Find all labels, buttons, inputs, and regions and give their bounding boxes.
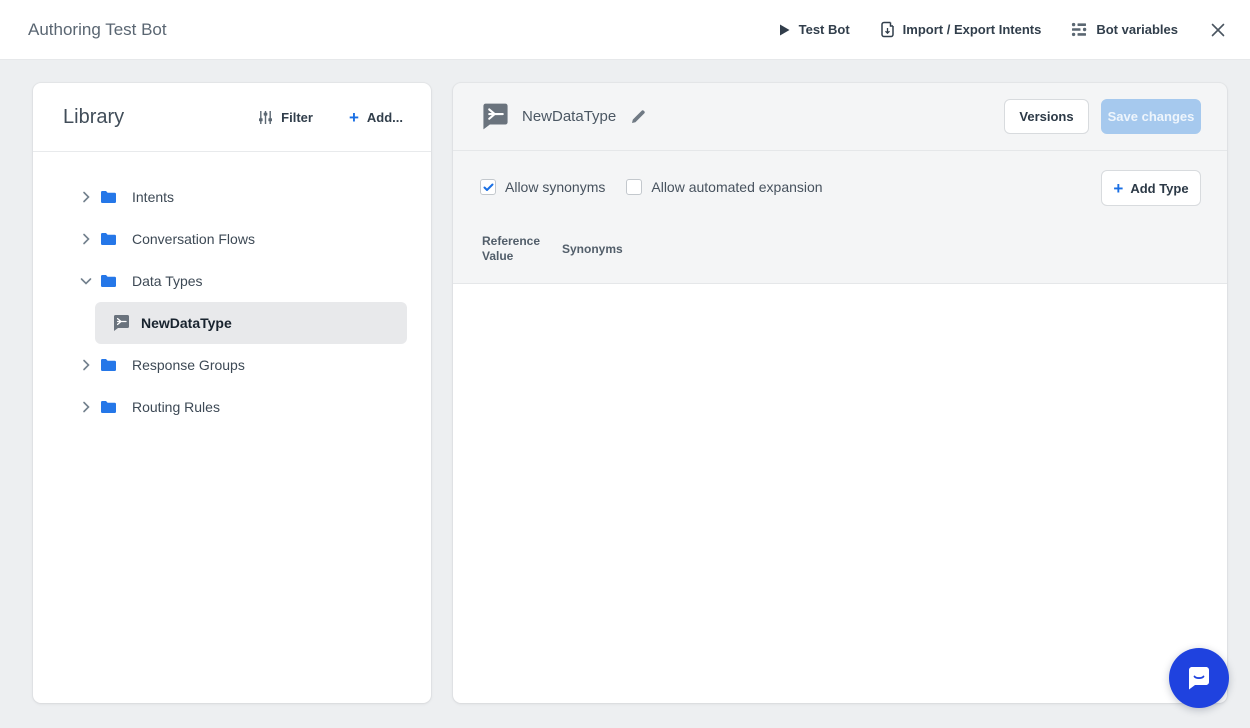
plus-icon: + — [349, 109, 359, 126]
versions-button[interactable]: Versions — [1004, 99, 1089, 134]
filter-button[interactable]: Filter — [258, 110, 313, 125]
allow-synonyms-label: Allow synonyms — [505, 179, 605, 195]
variables-icon — [1071, 22, 1088, 37]
folder-icon — [100, 274, 117, 288]
tree-item-label: NewDataType — [141, 315, 232, 331]
chevron-right-icon — [78, 233, 94, 245]
topbar-actions: Test Bot Import / Export Intents Bot v — [778, 21, 1226, 38]
chevron-right-icon — [78, 401, 94, 413]
data-type-editor-panel: NewDataType Versions Save changes Allow … — [453, 83, 1227, 703]
tree-item-newdatatype-selected[interactable]: NewDataType — [95, 302, 407, 344]
tree-item-routing-rules[interactable]: Routing Rules — [33, 386, 431, 428]
tree-item-data-types[interactable]: Data Types — [33, 260, 431, 302]
library-title: Library — [63, 106, 124, 129]
bot-title: Authoring Test Bot — [28, 20, 167, 40]
chevron-down-icon — [78, 277, 94, 285]
test-bot-label: Test Bot — [799, 22, 850, 37]
tree-item-label: Response Groups — [132, 357, 245, 373]
tree-item-response-groups[interactable]: Response Groups — [33, 344, 431, 386]
column-reference-value: Reference Value — [482, 234, 562, 264]
allow-automated-expansion-checkbox[interactable]: Allow automated expansion — [626, 179, 822, 195]
import-export-intents-button[interactable]: Import / Export Intents — [880, 21, 1042, 38]
chat-launcher-button[interactable] — [1169, 648, 1229, 708]
import-export-label: Import / Export Intents — [903, 22, 1042, 37]
add-type-button[interactable]: + Add Type — [1101, 170, 1201, 206]
folder-icon — [100, 400, 117, 414]
data-type-icon — [112, 314, 131, 332]
tree-item-conversation-flows[interactable]: Conversation Flows — [33, 218, 431, 260]
add-button[interactable]: + Add... — [349, 109, 403, 126]
tree-item-label: Routing Rules — [132, 399, 220, 415]
bot-variables-button[interactable]: Bot variables — [1071, 22, 1178, 37]
chevron-right-icon — [78, 359, 94, 371]
folder-icon — [100, 232, 117, 246]
chevron-right-icon — [78, 191, 94, 203]
data-type-name: NewDataType — [522, 108, 616, 125]
table-header: Reference Value Synonyms — [453, 206, 1227, 264]
add-type-label: Add Type — [1130, 181, 1188, 196]
checkbox-unchecked-icon — [626, 179, 642, 195]
close-icon — [1210, 22, 1226, 38]
tree-item-intents[interactable]: Intents — [33, 176, 431, 218]
play-icon — [778, 23, 791, 37]
checkbox-checked-icon — [480, 179, 496, 195]
editor-header: NewDataType Versions Save changes — [453, 83, 1227, 151]
library-tree: Intents Conversation Flows Data Types — [33, 152, 431, 428]
library-header: Library Filter + Add... — [33, 83, 431, 152]
plus-icon: + — [1113, 180, 1123, 197]
allow-synonyms-checkbox[interactable]: Allow synonyms — [480, 179, 605, 195]
table-body-empty — [453, 283, 1227, 703]
tree-item-label: Data Types — [132, 273, 203, 289]
editor-controls: Allow synonyms Allow automated expansion… — [453, 151, 1227, 206]
test-bot-button[interactable]: Test Bot — [778, 22, 850, 37]
tree-item-label: Conversation Flows — [132, 231, 255, 247]
edit-name-pencil-icon[interactable] — [630, 108, 647, 125]
top-bar: Authoring Test Bot Test Bot Import / Exp… — [0, 0, 1250, 60]
add-label: Add... — [367, 110, 403, 125]
data-type-badge-icon — [480, 102, 511, 131]
column-synonyms: Synonyms — [562, 242, 623, 256]
allow-automated-expansion-label: Allow automated expansion — [651, 179, 822, 195]
folder-icon — [100, 190, 117, 204]
import-export-icon — [880, 21, 895, 38]
close-button[interactable] — [1210, 22, 1226, 38]
folder-icon — [100, 358, 117, 372]
chat-bubble-icon — [1184, 663, 1214, 693]
tree-item-label: Intents — [132, 189, 174, 205]
bot-variables-label: Bot variables — [1096, 22, 1178, 37]
save-changes-button[interactable]: Save changes — [1101, 99, 1201, 134]
library-panel: Library Filter + Add... — [33, 83, 431, 703]
filter-label: Filter — [281, 110, 313, 125]
filter-icon — [258, 110, 273, 125]
